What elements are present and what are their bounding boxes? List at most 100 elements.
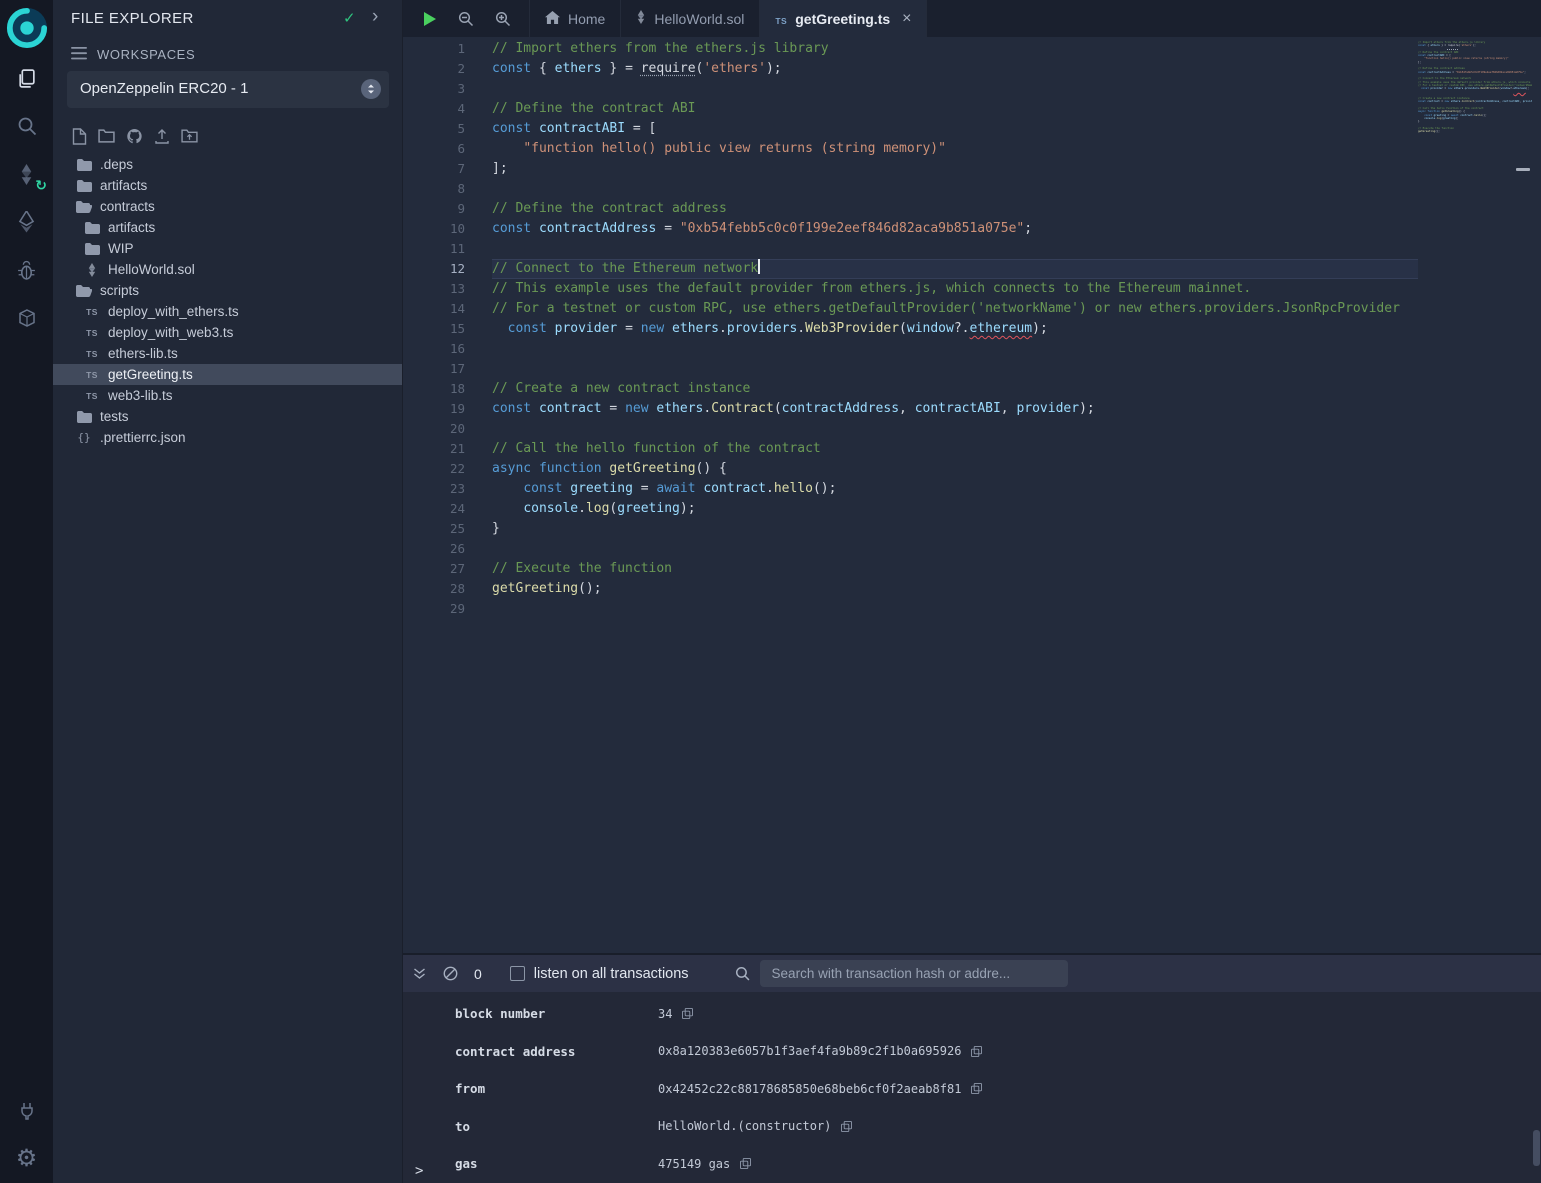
code-line[interactable]: // Define the contract address — [492, 199, 1418, 219]
file-item-ethers-lib.ts[interactable]: TS ethers-lib.ts — [53, 343, 402, 364]
code-line[interactable]: const contract = new ethers.Contract(con… — [492, 399, 1418, 419]
code-line[interactable]: // For a testnet or custom RPC, use ethe… — [492, 299, 1418, 319]
chevron-right-icon[interactable]: › — [372, 6, 378, 28]
code-line[interactable]: getGreeting(); — [492, 579, 1418, 599]
terminal-scrollbar[interactable] — [1533, 1130, 1540, 1166]
file-item-contracts[interactable]: contracts — [53, 196, 402, 217]
code-line[interactable]: // Import ethers from the ethers.js libr… — [492, 39, 1418, 59]
collapse-terminal-icon[interactable] — [413, 968, 426, 980]
upload-file-icon[interactable] — [154, 128, 170, 144]
code-line[interactable]: const provider = new ethers.providers.We… — [492, 319, 1418, 339]
code-line[interactable] — [492, 419, 1418, 439]
clear-console-icon[interactable] — [443, 966, 458, 981]
code-line[interactable] — [492, 599, 1418, 619]
file-item-HelloWorld.sol[interactable]: HelloWorld.sol — [53, 259, 402, 280]
clone-github-icon[interactable] — [126, 128, 143, 144]
tx-detail-label: contract address — [455, 1044, 658, 1059]
code-line[interactable]: async function getGreeting() { — [492, 459, 1418, 479]
file-label: ethers-lib.ts — [108, 346, 178, 361]
new-folder-icon[interactable] — [98, 129, 115, 143]
code-line[interactable]: // Create a new contract instance — [492, 379, 1418, 399]
plugins-icon[interactable] — [0, 294, 53, 342]
zoom-out-icon[interactable] — [458, 11, 474, 27]
remix-logo — [0, 2, 53, 54]
code-line[interactable]: const greeting = await contract.hello(); — [492, 479, 1418, 499]
close-tab-icon[interactable]: × — [902, 10, 911, 28]
file-item-artifacts[interactable]: artifacts — [53, 217, 402, 238]
code-line[interactable] — [492, 239, 1418, 259]
line-number: 11 — [403, 239, 491, 259]
minimap[interactable]: // Import ethers from the ethers.js libr… — [1418, 41, 1532, 137]
code-line[interactable]: // Define the contract ABI — [492, 99, 1418, 119]
code-line[interactable] — [492, 539, 1418, 559]
tab-getGreeting.ts[interactable]: TSgetGreeting.ts× — [760, 0, 927, 37]
check-icon[interactable]: ✓ — [343, 9, 356, 27]
code-line[interactable]: const { ethers } = require('ethers'); — [492, 59, 1418, 79]
line-number: 26 — [403, 539, 491, 559]
search-icon[interactable] — [0, 102, 53, 150]
file-item-WIP[interactable]: WIP — [53, 238, 402, 259]
ts-icon: TS — [83, 349, 101, 359]
file-item-deploy_with_ethers.ts[interactable]: TSdeploy_with_ethers.ts — [53, 301, 402, 322]
deploy-and-run-icon[interactable] — [0, 198, 53, 246]
code-line[interactable] — [492, 359, 1418, 379]
line-number: 10 — [403, 219, 491, 239]
copy-icon[interactable] — [971, 1083, 982, 1094]
file-item-tests[interactable]: tests — [53, 406, 402, 427]
code-line[interactable] — [492, 79, 1418, 99]
file-explorer-icon[interactable] — [0, 54, 53, 102]
tx-detail-value: 0x8a120383e6057b1f3aef4fa9b89c2f1b0a6959… — [658, 1044, 961, 1058]
panel-title: FILE EXPLORER — [71, 10, 194, 27]
code-line[interactable]: const provider = new ethers.providers.We… — [1418, 87, 1532, 90]
settings-icon[interactable]: ⚙ — [0, 1135, 53, 1183]
code-line[interactable]: } — [492, 519, 1418, 539]
code-line[interactable]: // This example uses the default provide… — [492, 279, 1418, 299]
workspace-dropdown-icon[interactable] — [361, 79, 381, 99]
code-line[interactable]: // Connect to the Ethereum network — [492, 259, 1418, 279]
code-line[interactable]: const contractAddress = "0xb54febb5c0c0f… — [492, 219, 1418, 239]
code-line[interactable] — [492, 339, 1418, 359]
hamburger-menu-icon[interactable] — [71, 47, 87, 65]
run-script-button[interactable] — [423, 11, 437, 27]
file-item-artifacts[interactable]: artifacts — [53, 175, 402, 196]
zoom-in-icon[interactable] — [495, 11, 511, 27]
code-line[interactable]: ]; — [492, 159, 1418, 179]
file-item-.prettierrc.json[interactable]: {}.prettierrc.json — [53, 427, 402, 448]
tab-HelloWorld.sol[interactable]: HelloWorld.sol — [621, 0, 760, 37]
copy-icon[interactable] — [841, 1121, 852, 1132]
file-item-deploy_with_web3.ts[interactable]: TSdeploy_with_web3.ts — [53, 322, 402, 343]
solidity-compiler-icon[interactable]: ↻ — [0, 150, 53, 198]
code-line[interactable]: // Call the hello function of the contra… — [492, 439, 1418, 459]
debugger-icon[interactable] — [0, 246, 53, 294]
code-line[interactable]: "function hello() public view returns (s… — [492, 139, 1418, 159]
line-number: 27 — [403, 559, 491, 579]
code-line[interactable]: const contractAddress = "0xb54febb5c0c0f… — [1418, 71, 1532, 74]
file-item-web3-lib.ts[interactable]: TSweb3-lib.ts — [53, 385, 402, 406]
tab-Home[interactable]: Home — [529, 0, 621, 37]
copy-icon[interactable] — [740, 1158, 751, 1169]
terminal-prompt[interactable]: > — [415, 1163, 423, 1179]
plugin-manager-icon[interactable] — [0, 1087, 53, 1135]
code-line[interactable] — [1418, 133, 1532, 136]
code-line[interactable]: // Execute the function — [492, 559, 1418, 579]
new-file-icon[interactable] — [72, 128, 87, 145]
listen-checkbox[interactable] — [510, 966, 525, 981]
code-line[interactable]: console.log(greeting); — [492, 499, 1418, 519]
tx-detail-row: block number34 — [403, 995, 1541, 1033]
code-line[interactable]: const contractABI = [ — [492, 119, 1418, 139]
code-line[interactable] — [492, 179, 1418, 199]
folder-open-icon — [75, 201, 93, 213]
file-item-scripts[interactable]: scripts — [53, 280, 402, 301]
tx-detail-row: from0x42452c22c88178685850e68beb6cf0f2ae… — [403, 1070, 1541, 1108]
terminal-search-input[interactable] — [760, 960, 1068, 987]
file-item-.deps[interactable]: .deps — [53, 154, 402, 175]
upload-folder-icon[interactable] — [181, 129, 198, 143]
copy-icon[interactable] — [682, 1008, 693, 1019]
file-item-getGreeting.ts[interactable]: TSgetGreeting.ts — [53, 364, 402, 385]
code-pane[interactable]: // Import ethers from the ethers.js libr… — [492, 39, 1418, 619]
copy-icon[interactable] — [971, 1046, 982, 1057]
tx-detail-label: to — [455, 1119, 658, 1134]
workspace-selector[interactable]: OpenZeppelin ERC20 - 1 — [67, 71, 389, 108]
folder-icon — [75, 180, 93, 192]
code-line[interactable]: const contract = new ethers.Contract(con… — [1418, 100, 1532, 103]
